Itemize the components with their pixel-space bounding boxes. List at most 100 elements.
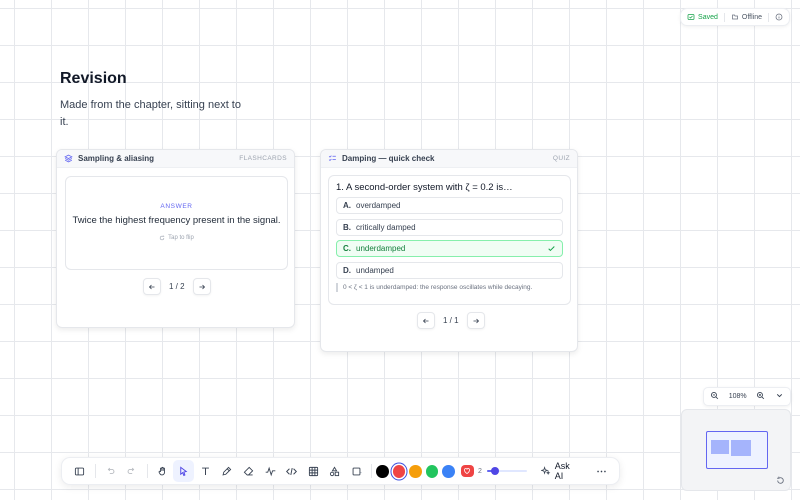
arrow-right-icon [473,318,479,323]
text-tool[interactable] [195,460,216,482]
flashcards-kind-label: FLASHCARDS [239,155,287,162]
next-card-button[interactable] [192,278,211,295]
prev-card-button[interactable] [143,278,161,295]
code-icon [286,467,298,475]
zoom-control: 108% [703,387,791,406]
page-subtitle: Made from the chapter, sitting next to i… [60,99,241,128]
quiz-option-d[interactable]: D. undamped [336,261,563,279]
quiz-card-header: Damping — quick check QUIZ [321,150,577,168]
toolbar-divider [371,464,373,478]
waveform-icon [265,466,275,476]
square-icon [352,467,362,475]
prev-question-button[interactable] [417,312,435,329]
next-question-button[interactable] [466,312,485,329]
toolbar-divider [146,464,148,478]
opacity-slider[interactable] [486,466,528,476]
slider-thumb[interactable] [490,467,499,475]
arrow-left-icon [422,318,429,323]
select-tool[interactable] [173,460,195,482]
flashcards-card[interactable]: Sampling & aliasing FLASHCARDS ANSWER Tw… [56,149,295,328]
flashcards-pager: 1 / 2 [143,278,211,295]
list-check-icon [328,155,336,162]
cloud-off-icon [732,14,738,20]
quiz-option-c[interactable]: C. underdamped [336,240,563,257]
tap-to-flip-hint: Tap to flip [66,235,287,241]
rotate-icon [160,235,165,241]
shapes-tool[interactable] [324,460,345,482]
code-tool[interactable] [281,460,302,482]
more-options-button[interactable] [591,460,612,482]
minimap-viewport[interactable] [706,431,768,469]
minimap[interactable] [681,409,791,491]
zoom-out-button[interactable] [710,391,719,402]
hand-tool[interactable] [152,460,173,482]
ask-ai-button[interactable]: Ask AI [533,461,587,481]
zoom-menu-button[interactable] [775,391,784,402]
waveform-tool[interactable] [260,460,281,482]
cloud-check-icon [687,14,695,20]
quiz-card[interactable]: Damping — quick check QUIZ 1. A second-o… [320,149,578,352]
pen-icon [222,466,232,476]
color-swatch-blue[interactable] [442,464,455,478]
minimap-quiz-block [731,440,751,456]
status-bar: Saved Offline [680,8,790,26]
saved-label: Saved [698,13,718,21]
zoom-level: 108% [728,393,747,400]
flashcard[interactable]: ANSWER Twice the highest frequency prese… [65,176,288,270]
eraser-tool[interactable] [238,460,259,482]
color-swatch-green[interactable] [425,464,439,478]
quiz-page-indicator: 1 / 1 [443,316,459,325]
sparkle-icon [541,466,551,475]
text-icon [201,467,209,475]
quiz-question-panel: 1. A second-order system with ζ = 0.2 is… [328,175,571,305]
hand-icon [158,466,165,475]
page-title: Revision [60,70,127,87]
layers-icon [64,154,73,163]
answer-label: ANSWER [160,203,193,210]
flashcard-answer: Twice the highest frequency present in t… [72,215,281,226]
check-icon [548,246,555,252]
toggle-sidebar-button[interactable] [69,460,90,482]
heart-icon [464,468,471,474]
color-swatch-red[interactable] [392,464,406,478]
redo-icon [127,467,135,474]
flashcards-title: Sampling & aliasing [78,154,155,163]
drawing-toolbar: 2 Ask AI [61,457,620,485]
stroke-width-value: 2 [478,467,482,475]
square-tool[interactable] [346,460,367,482]
zoom-in-icon [757,391,765,400]
sidebar-icon [74,467,85,475]
status-divider [723,12,725,22]
more-horizontal-icon [597,470,606,472]
quiz-explanation: 0 < ζ < 1 is underdamped: the response o… [336,283,563,292]
eraser-icon [243,466,254,475]
arrow-left-icon [148,284,155,289]
pen-tool[interactable] [216,460,237,482]
status-divider [768,12,769,22]
quiz-option-a[interactable]: A. overdamped [336,197,563,214]
zoom-in-button[interactable] [756,391,765,402]
info-icon [775,13,783,21]
table-icon [308,466,318,476]
color-swatch-orange[interactable] [409,464,422,478]
ask-ai-label: Ask AI [554,461,570,481]
redo-button[interactable] [121,460,142,482]
color-swatch-black[interactable] [376,464,389,478]
offline-label: Offline [741,13,762,21]
arrow-right-icon [199,284,205,289]
undo-button[interactable] [100,460,121,482]
toolbar-divider [94,464,96,478]
chevron-down-icon [776,394,783,398]
saved-status: Saved [687,13,718,21]
quiz-question: 1. A second-order system with ζ = 0.2 is… [336,182,513,193]
stroke-style-button[interactable] [460,465,475,477]
reset-view-icon[interactable] [776,476,785,485]
flashcards-page-indicator: 1 / 2 [169,282,185,291]
quiz-title: Damping — quick check [342,154,435,163]
undo-icon [107,467,114,474]
shapes-icon [330,466,340,476]
info-button[interactable] [775,13,783,21]
quiz-option-b[interactable]: B. critically damped [336,218,563,236]
quiz-pager: 1 / 1 [417,312,485,329]
table-tool[interactable] [303,460,324,482]
